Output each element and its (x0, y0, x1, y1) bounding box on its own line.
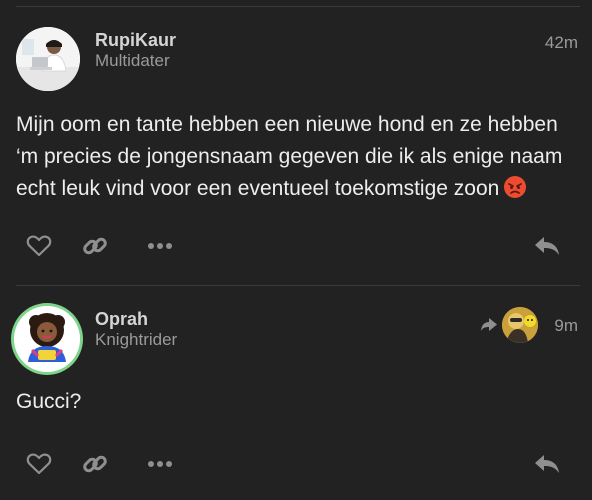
link-icon (83, 237, 107, 255)
avatar[interactable] (11, 303, 83, 375)
heart-icon (26, 453, 52, 475)
more-dots-icon (148, 461, 172, 467)
post-date[interactable]: 42m (545, 33, 578, 53)
topic-stream: RupiKaur Multidater 42m Mijn oom en tant… (0, 0, 592, 500)
reply-to-indicator[interactable] (480, 307, 542, 343)
username[interactable]: RupiKaur (95, 30, 176, 51)
reply-button[interactable] (530, 229, 564, 263)
reply-icon (535, 455, 559, 473)
username[interactable]: Oprah (95, 309, 148, 330)
like-button[interactable] (22, 447, 56, 481)
user-title: Knightrider (95, 330, 178, 349)
reply-button[interactable] (530, 447, 564, 481)
post-body: Mijn oom en tante hebben een nieuwe hond… (16, 109, 576, 205)
more-dots-icon (148, 243, 172, 249)
post-body: Gucci? (16, 386, 576, 418)
like-button[interactable] (22, 229, 56, 263)
post-text: Gucci? (16, 390, 82, 413)
user-title: Multidater (95, 51, 170, 70)
angry-face-emoji (503, 175, 527, 199)
post-date[interactable]: 9m (554, 316, 578, 336)
post-divider (16, 285, 580, 286)
reply-icon (535, 237, 559, 255)
copy-link-button[interactable] (78, 229, 112, 263)
reply-to-avatar (502, 307, 538, 343)
top-divider (16, 6, 580, 7)
more-button[interactable] (143, 447, 177, 481)
heart-icon (26, 235, 52, 257)
avatar[interactable] (16, 27, 80, 91)
link-icon (83, 455, 107, 473)
more-button[interactable] (143, 229, 177, 263)
post-text: Mijn oom en tante hebben een nieuwe hond… (16, 113, 563, 200)
copy-link-button[interactable] (78, 447, 112, 481)
reply-arrow-icon (481, 318, 497, 331)
